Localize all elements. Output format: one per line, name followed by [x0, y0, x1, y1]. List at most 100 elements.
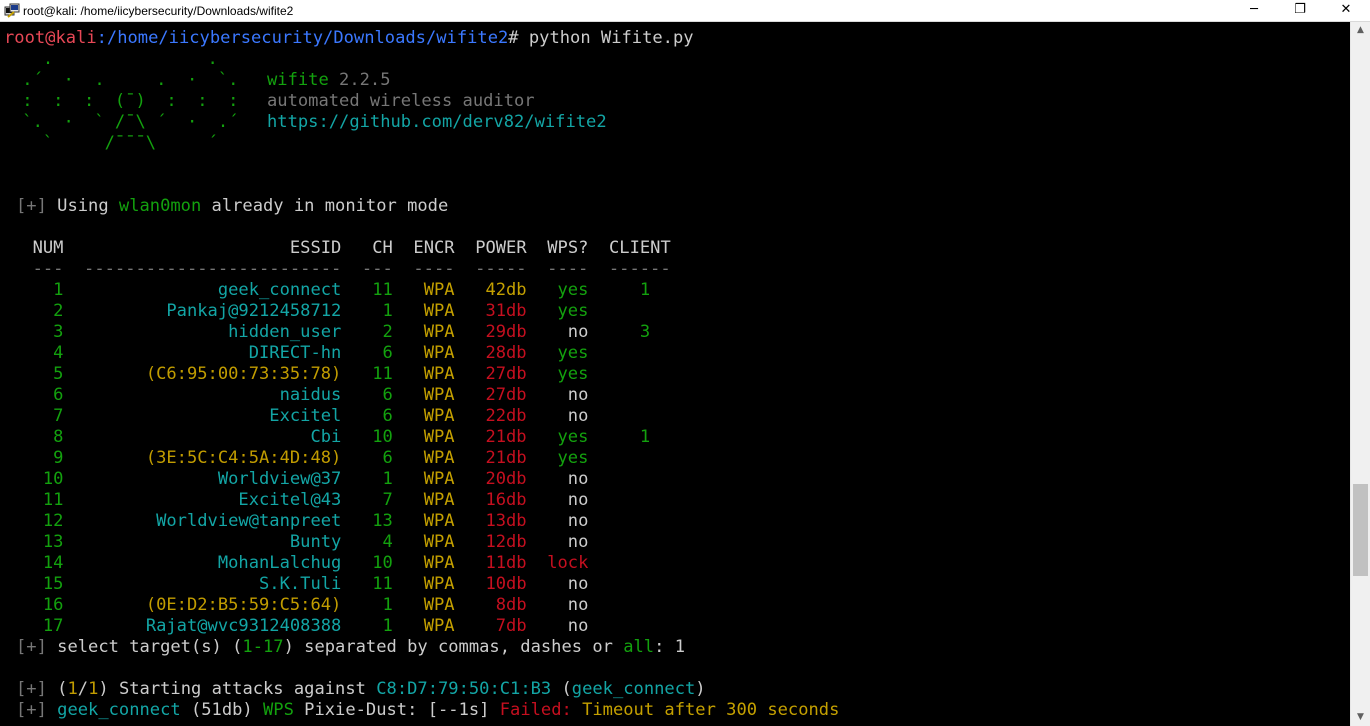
cell-wps: yes	[557, 427, 589, 447]
attack-slash: /	[77, 679, 89, 699]
table-row[interactable]: 9 (3E:5C:C4:5A:4D:48) 6 WPA 21db yes	[12, 448, 588, 469]
cell-padding	[527, 532, 568, 552]
cell-padding	[455, 280, 486, 300]
table-row[interactable]: 12 Worldview@tanpreet 13 WPA 13db no	[12, 511, 589, 532]
monitor-interface: wlan0mon	[118, 196, 202, 216]
cell-wps: yes	[557, 364, 589, 384]
cell-ch: 11	[372, 364, 393, 384]
column-header-client: CLIENT	[609, 238, 671, 258]
cell-padding	[63, 490, 238, 510]
table-row[interactable]: 6 naidus 6 WPA 27db no	[12, 385, 588, 406]
attack-start-line: [+] (1/1) Starting attacks against C8:D7…	[16, 679, 706, 700]
cell-num: 13	[42, 532, 64, 552]
prompt-path: :/home/iicybersecurity/Downloads/wifite2	[96, 28, 509, 48]
cell-wps: no	[567, 532, 589, 552]
cell-padding	[527, 406, 568, 426]
cell-essid: geek_connect	[217, 280, 342, 300]
monitor-mode-line: [+] Using wlan0mon already in monitor mo…	[16, 196, 448, 217]
status-prefix: [+]	[16, 637, 47, 657]
cell-encr: WPA	[423, 532, 455, 552]
cell-wps: yes	[557, 301, 589, 321]
cell-padding	[455, 574, 486, 594]
table-row[interactable]: 16 (0E:D2:B5:59:C5:64) 1 WPA 8db no	[12, 595, 589, 616]
cell-padding	[341, 385, 382, 405]
status-wps: WPS	[252, 700, 294, 720]
cell-power: 10db	[485, 574, 527, 594]
select-text-3: :	[654, 637, 675, 657]
cell-padding	[63, 427, 310, 447]
status-pixie: Pixie-Dust	[293, 700, 408, 720]
select-all: all	[623, 637, 655, 657]
banner-name: wifite	[267, 70, 329, 90]
minimize-button[interactable]: ─	[1231, 0, 1277, 22]
cell-encr: WPA	[423, 406, 455, 426]
cell-num: 12	[42, 511, 64, 531]
table-row[interactable]: 14 MohanLalchug 10 WPA 11db lock	[12, 553, 589, 574]
table-row[interactable]: 7 Excitel 6 WPA 22db no	[12, 406, 588, 427]
cell-num: 17	[42, 616, 64, 636]
table-row[interactable]: 15 S.K.Tuli 11 WPA 10db no	[12, 574, 589, 595]
cell-ch: 1	[382, 301, 393, 321]
cell-num: 6	[53, 385, 64, 405]
cell-padding	[12, 595, 43, 615]
cell-encr: WPA	[423, 280, 455, 300]
cell-padding	[12, 364, 53, 384]
table-row[interactable]: 17 Rajat@wvc9312408388 1 WPA 7db no	[12, 616, 589, 637]
cell-padding	[527, 322, 568, 342]
attack-text: (	[46, 679, 68, 699]
cell-padding	[455, 322, 486, 342]
cell-padding	[393, 301, 424, 321]
select-target-line[interactable]: [+] select target(s) (1-17) separated by…	[16, 637, 685, 658]
banner-art-line: .´ · . . · `.	[12, 70, 259, 90]
cell-padding	[63, 301, 166, 321]
select-input[interactable]: 1	[675, 637, 685, 657]
cell-padding	[393, 364, 424, 384]
cell-padding	[393, 511, 424, 531]
cell-num: 5	[53, 364, 64, 384]
cell-ch: 10	[372, 553, 393, 573]
cell-wps: no	[567, 616, 589, 636]
table-row[interactable]: 8 Cbi 10 WPA 21db yes 1	[12, 427, 650, 448]
scrollbar-thumb[interactable]	[1353, 484, 1368, 576]
maximize-button[interactable]: ❐	[1277, 0, 1323, 22]
cell-padding	[12, 448, 53, 468]
window-title: root@kali: /home/iicybersecurity/Downloa…	[23, 4, 294, 18]
attack-current: 1	[67, 679, 78, 699]
status-prefix: [+]	[16, 679, 47, 699]
cell-padding	[63, 574, 259, 594]
cell-encr: WPA	[423, 595, 455, 615]
scroll-down-arrow-icon[interactable]: ▼	[1351, 709, 1370, 726]
cell-essid: MohanLalchug	[217, 553, 342, 573]
scroll-up-arrow-icon[interactable]: ▲	[1351, 22, 1370, 39]
window-titlebar[interactable]: root@kali: /home/iicybersecurity/Downloa…	[0, 0, 1370, 22]
cell-wps: no	[567, 322, 589, 342]
close-button[interactable]: ✕	[1323, 0, 1369, 22]
cell-encr: WPA	[423, 343, 455, 363]
table-row[interactable]: 13 Bunty 4 WPA 12db no	[12, 532, 589, 553]
table-row[interactable]: 2 Pankaj@9212458712 1 WPA 31db yes	[12, 301, 588, 322]
cell-power: 21db	[485, 427, 527, 447]
attack-total: 1	[88, 679, 99, 699]
attack-bssid: C8:D7:79:50:C1:B3	[376, 679, 552, 699]
terminal-output[interactable]: root@kali:/home/iicybersecurity/Download…	[0, 22, 1350, 726]
table-row[interactable]: 4 DIRECT-hn 6 WPA 28db yes	[12, 343, 588, 364]
cell-ch: 6	[382, 385, 393, 405]
cell-padding	[527, 616, 568, 636]
table-row[interactable]: 10 Worldview@37 1 WPA 20db no	[12, 469, 589, 490]
table-row[interactable]: 3 hidden_user 2 WPA 29db no 3	[12, 322, 650, 343]
banner-art-line: ` /¯¯¯\ ´	[12, 133, 259, 153]
cell-padding	[63, 280, 217, 300]
cell-padding	[12, 490, 43, 510]
vertical-scrollbar[interactable]: ▲ ▼	[1350, 22, 1370, 726]
select-range: 1-17	[242, 637, 284, 657]
prompt-user: root@kali	[4, 28, 97, 48]
banner-tagline: automated wireless auditor	[267, 91, 535, 111]
cell-padding	[393, 427, 424, 447]
cell-padding	[393, 553, 424, 573]
cell-padding	[393, 448, 424, 468]
table-row[interactable]: 5 (C6:95:00:73:35:78) 11 WPA 27db yes	[12, 364, 588, 385]
table-row[interactable]: 11 Excitel@43 7 WPA 16db no	[12, 490, 589, 511]
cell-padding	[527, 301, 558, 321]
cell-wps: yes	[557, 448, 589, 468]
table-row[interactable]: 1 geek_connect 11 WPA 42db yes 1	[12, 280, 650, 301]
